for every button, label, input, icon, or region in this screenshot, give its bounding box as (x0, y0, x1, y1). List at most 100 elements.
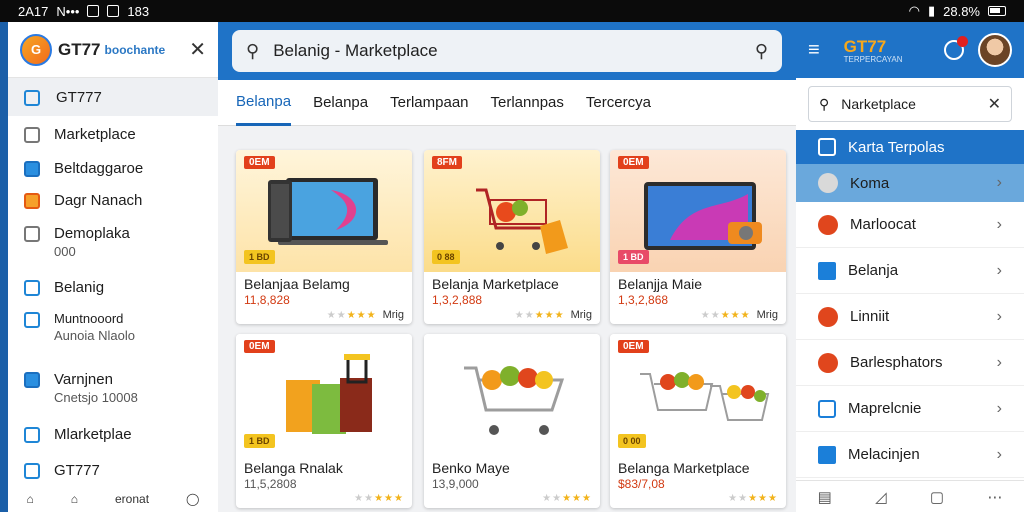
right-menu-row[interactable]: Linniit › (796, 294, 1024, 340)
product-meta: ★★★★★ Mrig (424, 307, 600, 323)
chevron-right-icon: › (996, 215, 1002, 233)
product-mini: Mrig (382, 309, 404, 321)
right-menu-row[interactable]: Maprelcnie › (796, 386, 1024, 432)
status-left-text: N••• (56, 3, 80, 19)
drawer-item-2[interactable]: Beltdaggaroe (8, 160, 159, 177)
product-image: 0EM 1 BD (236, 334, 412, 456)
tab-5[interactable]: Tercercya (586, 80, 651, 126)
drawer-item-7[interactable]: Varnjnen Cnetsjo 10008 (8, 371, 154, 405)
drawer-item-label: Varnjnen (54, 371, 113, 388)
list-icon[interactable]: ▤ (818, 488, 832, 506)
brand-name: GT77 (58, 39, 101, 59)
product-price: $83/7,08 (618, 477, 665, 491)
product-image (424, 334, 600, 456)
search-submit-icon[interactable]: ⚲ (755, 41, 768, 62)
drawer-item-sub: Cnetsjo 10008 (54, 390, 138, 405)
notification-dot (957, 36, 968, 47)
right-bottom-nav: ▤ ◿ ▢ ⋯ (796, 480, 1024, 512)
close-icon[interactable]: ✕ (189, 37, 206, 62)
circle-icon (818, 306, 838, 327)
search-bar[interactable]: ⚲ Belanig - Marketplace ⚲ (232, 30, 782, 72)
product-card[interactable]: 8FM 0 88 Belanja Marketplace 1,3,2,888 ★… (424, 150, 600, 324)
right-brand: GT77 (843, 36, 887, 56)
check-icon (24, 372, 40, 388)
product-card[interactable]: 0EM 1 BD Belanga Rnalak 11,5,2808 ★★★★★ (236, 334, 412, 508)
product-title: Belanga Rnalak (244, 460, 343, 476)
left-drawer: G GT77 boochante ✕ GT777 Marketplace Bel… (8, 22, 218, 512)
home-nav-icon[interactable]: ⌂ (27, 492, 34, 506)
tab-3[interactable]: Terlampaan (390, 80, 468, 126)
avatar[interactable] (978, 33, 1012, 67)
bottom-nav-label[interactable]: eronat (115, 492, 149, 506)
drawer-item-6[interactable]: Muntnooord Aunoia Nlaolo (8, 311, 151, 343)
bag-icon (24, 280, 40, 296)
status-bar: 2A17 N••• 183 ◠ ▮ 28.8% (0, 0, 1024, 22)
drawer-item-3[interactable]: Dagr Nanach (8, 192, 158, 209)
right-highlight-row[interactable]: Karta Terpolas (796, 130, 1024, 164)
notification-bell-icon[interactable] (944, 36, 968, 60)
tab-2[interactable]: Belanpa (313, 80, 368, 126)
card-icon (818, 138, 836, 156)
right-menu-row[interactable]: Marloocat › (796, 202, 1024, 248)
tag-icon (24, 427, 40, 443)
search-strip: ⚲ Belanig - Marketplace ⚲ (218, 22, 796, 80)
product-card[interactable]: 0EM 1 BD Belanjja Maie 1,3,2,868 ★★★★★ M… (610, 150, 786, 324)
drawer-item-label: Marketplace (54, 126, 136, 143)
chevron-right-icon: › (996, 307, 1002, 325)
more-icon[interactable]: ⋯ (987, 488, 1002, 506)
right-menu-row[interactable]: Belanja › (796, 248, 1024, 294)
pen-icon (24, 161, 40, 177)
right-row-label: Maprelcnie (848, 400, 922, 417)
drawer-item-5[interactable]: Belanig (8, 279, 120, 296)
product-title: Belanjja Maie (618, 276, 703, 292)
bookmark-icon[interactable]: ▢ (930, 488, 944, 506)
house-nav-icon[interactable]: ⌂ (71, 492, 78, 506)
product-card[interactable]: Benko Maye 13,9,000 ★★★★★ (424, 334, 600, 508)
shop-icon (24, 193, 40, 209)
right-menu-row[interactable]: Barlesphators › (796, 340, 1024, 386)
product-price: 11,8,828 (244, 293, 290, 307)
circle-icon (818, 214, 838, 235)
status-extra: 183 (127, 3, 150, 19)
right-menu-row[interactable]: Melacinjen › (796, 432, 1024, 478)
rating-stars: ★★★★★ (700, 309, 751, 321)
drawer-item-label: Dagr Nanach (54, 192, 143, 209)
gallery-icon (107, 5, 120, 17)
drawer-item-label: Demoplaka (54, 225, 130, 242)
rating-stars: ★★★★★ (326, 309, 377, 321)
tab-4[interactable]: Terlannpas (491, 80, 564, 126)
right-row-label: Barlesphators (850, 354, 943, 371)
right-selected-row[interactable]: Koma › (796, 164, 1024, 202)
drawer-item-4[interactable]: Demoplaka 000 (8, 225, 146, 259)
rating-stars: ★★★★★ (354, 493, 404, 504)
menu-icon[interactable]: ≡ (808, 39, 820, 62)
product-price: 1,3,2,868 (618, 293, 669, 307)
drawer-item-marketplace[interactable]: Marketplace (8, 126, 152, 143)
briefcase-icon (24, 226, 40, 242)
brand-logo-icon: G (20, 33, 52, 66)
tab-1[interactable]: Belanpa (236, 80, 292, 126)
drawer-item-9[interactable]: GT777 (8, 462, 116, 479)
drawer-item-active[interactable]: GT777 (8, 78, 218, 116)
right-row-label: Belanja (848, 262, 899, 279)
drawer-item-8[interactable]: Mlarketplae (8, 426, 148, 443)
checkbox-icon (818, 261, 836, 280)
chart-icon[interactable]: ◿ (875, 488, 887, 506)
status-battery-text: 28.8% (943, 3, 980, 19)
right-row-label: Linniit (850, 308, 890, 325)
right-header: ≡ GT77 TERPERCAYAN (796, 22, 1024, 78)
clear-icon[interactable]: ✕ (988, 94, 1001, 114)
product-title: Belanga Marketplace (618, 460, 750, 476)
product-card[interactable]: 0EM 0 00 Belanga Marketplace $83/7,08 ★★… (610, 334, 786, 508)
product-image: 0EM 1 BD (236, 150, 412, 272)
product-meta: ★★★★★ (424, 491, 600, 506)
right-panel: ≡ GT77 TERPERCAYAN ⚲ Narketplace ✕ Karta… (796, 22, 1024, 512)
search-text: Belanig - Marketplace (273, 41, 438, 60)
search-icon: ⚲ (246, 40, 260, 61)
right-search-input[interactable]: ⚲ Narketplace ✕ (808, 86, 1012, 122)
right-selected-label: Koma (850, 174, 890, 192)
promo-tag: 0 00 (618, 434, 646, 448)
user-icon[interactable]: ◯ (186, 492, 199, 506)
chevron-right-icon: › (996, 174, 1002, 191)
product-card[interactable]: 0EM 1 BD Belanjaa Belamg 11,8,828 ★★★★★ … (236, 150, 412, 324)
